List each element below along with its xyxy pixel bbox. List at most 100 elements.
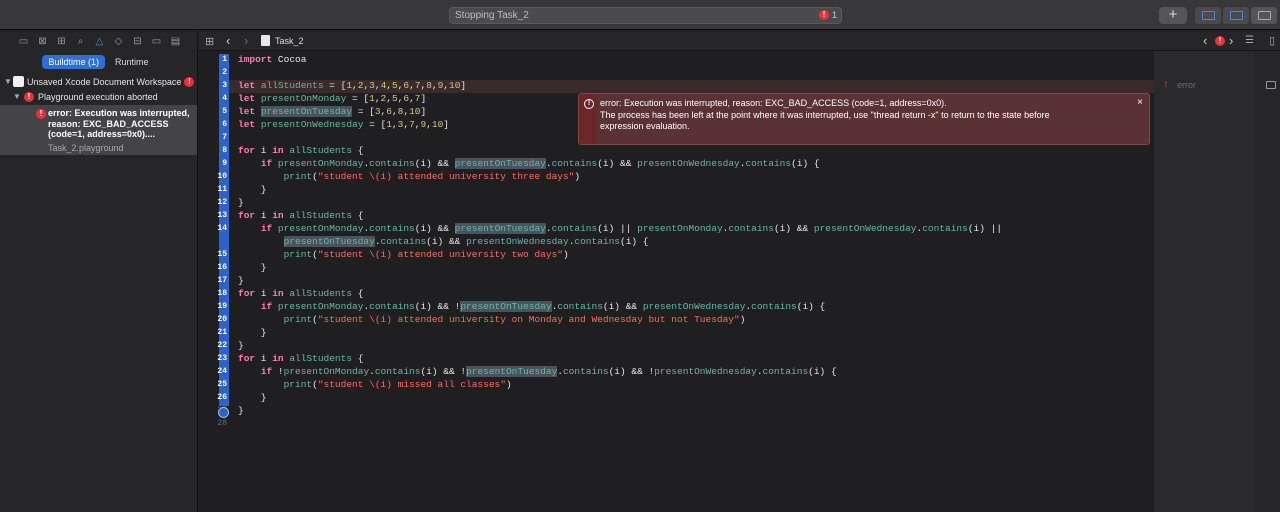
line-number: 9 xyxy=(222,159,227,168)
issue-navigator: ▭ ⊠ ⊞ ⌕ △ ◇ ⊟ ▭ ▤ Buildtime (1) Runtime … xyxy=(0,31,198,512)
workspace-label: Unsaved Xcode Document Workspace xyxy=(27,76,182,87)
line-number: 16 xyxy=(217,263,227,272)
issue-warning-icon[interactable]: △ xyxy=(90,34,109,48)
line-number: 19 xyxy=(217,302,227,311)
code-line-12: } xyxy=(238,197,244,208)
result-view-icon[interactable] xyxy=(1266,81,1276,89)
line-number: 6 xyxy=(222,120,227,129)
error-message-popup: ! error: Execution was interrupted, reas… xyxy=(578,93,1150,145)
error-line-2: The process has been left at the point w… xyxy=(600,109,1050,120)
error-icon: ! xyxy=(584,99,594,109)
disclosure-down-icon[interactable]: ▼ xyxy=(3,77,13,86)
next-issue-chevron-icon[interactable]: › xyxy=(1229,33,1233,48)
related-items-icon[interactable]: ⊞ xyxy=(205,35,214,48)
status-text: Stopping Task_2 xyxy=(455,10,529,21)
code-line-9: if presentOnMonday.contains(i) && presen… xyxy=(260,158,820,169)
error-line-3: expression evaluation. xyxy=(600,121,690,131)
issue-file: Task_2.playground xyxy=(48,143,124,153)
test-icon[interactable]: ◇ xyxy=(109,34,128,48)
code-line-6: let presentOnWednesday = [1,3,7,9,10] xyxy=(238,119,449,130)
line-number: 11 xyxy=(217,185,227,194)
report-icon[interactable]: ▤ xyxy=(166,34,185,48)
code-line-4: let presentOnMonday = [1,2,5,6,7] xyxy=(238,93,427,104)
code-line-19: if presentOnMonday.contains(i) && !prese… xyxy=(260,301,826,312)
error-badge-icon: ! xyxy=(184,76,195,87)
document-icon xyxy=(13,76,24,87)
code-line-3: let allStudents = [1,2,3,4,5,6,7,8,9,10] xyxy=(238,80,467,91)
close-icon[interactable]: × xyxy=(1137,97,1143,108)
issue-group-row[interactable]: ▼ ! Playground execution aborted xyxy=(0,89,197,104)
code-line-10: print("student \(i) attended university … xyxy=(283,171,581,182)
code-line-8: for i in allStudents { xyxy=(238,145,364,156)
line-number: 10 xyxy=(217,172,227,181)
result-error-label: error xyxy=(1177,80,1197,90)
search-icon[interactable]: ⌕ xyxy=(71,34,90,48)
file-icon xyxy=(261,35,270,46)
code-line-23: for i in allStudents { xyxy=(238,353,364,364)
line-number: 15 xyxy=(217,250,227,259)
line-number: 1 xyxy=(222,55,227,64)
jump-bar-file[interactable]: Task_2 xyxy=(275,36,304,46)
code-line-14: if presentOnMonday.contains(i) && presen… xyxy=(260,223,1003,234)
code-line-15: print("student \(i) attended university … xyxy=(283,249,569,260)
result-error[interactable]: ! error xyxy=(1161,80,1196,90)
tab-buildtime[interactable]: Buildtime (1) xyxy=(42,55,105,69)
error-badge-icon: ! xyxy=(818,10,829,20)
disclosure-down-icon[interactable]: ▼ xyxy=(12,92,22,101)
add-library-button[interactable]: + xyxy=(1159,7,1187,24)
results-toggle-strip xyxy=(1254,51,1280,512)
code-line-17: } xyxy=(238,275,244,286)
folder-icon[interactable]: ▭ xyxy=(14,34,33,48)
view-toggle-group xyxy=(1195,7,1277,24)
previous-issue-chevron-icon[interactable]: ‹ xyxy=(1203,33,1207,48)
line-number: 5 xyxy=(222,107,227,116)
error-icon: ! xyxy=(24,91,34,102)
code-line-18: for i in allStudents { xyxy=(238,288,364,299)
issue-badge-icon: ! xyxy=(1215,36,1225,46)
line-number: 2 xyxy=(222,68,227,77)
line-number: 18 xyxy=(217,289,227,298)
split-editor-icon[interactable]: ▯ xyxy=(1269,34,1275,47)
status-error-count: 1 xyxy=(831,10,837,20)
code-line-26: } xyxy=(238,392,267,403)
code-line-13: for i in allStudents { xyxy=(238,210,364,221)
error-icon: ! xyxy=(36,109,46,119)
source-control-icon[interactable]: ⊠ xyxy=(33,34,52,48)
code-line-24: if !presentOnMonday.contains(i) && !pres… xyxy=(260,366,837,377)
code-line-1: import Cocoa xyxy=(238,54,307,65)
code-line-16: } xyxy=(238,262,267,273)
breakpoint-icon[interactable]: ▭ xyxy=(147,34,166,48)
run-play-icon[interactable] xyxy=(218,407,229,418)
code-line-5: let presentOnTuesday = [3,6,8,10] xyxy=(238,106,427,117)
line-number: 28 xyxy=(217,419,227,428)
code-line-14-cont: presentOnTuesday.contains(i) && presentO… xyxy=(283,236,649,247)
line-number: 20 xyxy=(217,315,227,324)
issue-item[interactable]: ! error: Execution was interrupted, reas… xyxy=(0,105,197,155)
tab-runtime[interactable]: Runtime xyxy=(109,55,155,69)
workspace-row[interactable]: ▼ Unsaved Xcode Document Workspace ! xyxy=(0,74,197,89)
debug-icon[interactable]: ⊟ xyxy=(128,34,147,48)
line-number: 13 xyxy=(217,211,227,220)
toggle-inspector-button[interactable] xyxy=(1251,7,1277,24)
toggle-navigator-button[interactable] xyxy=(1195,7,1221,24)
issue-message: error: Execution was interrupted, reason… xyxy=(48,108,190,139)
status-error-indicator[interactable]: ! 1 xyxy=(818,10,837,20)
toolbar: Stopping Task_2 ! 1 + xyxy=(0,0,1280,30)
navigator-selector-bar: ▭ ⊠ ⊞ ⌕ △ ◇ ⊟ ▭ ▤ xyxy=(0,31,197,51)
line-number: 17 xyxy=(217,276,227,285)
forward-chevron-icon[interactable]: › xyxy=(244,33,248,48)
code-line-21: } xyxy=(238,327,267,338)
line-number: 26 xyxy=(217,393,227,402)
line-number: 8 xyxy=(222,146,227,155)
code-line-22: } xyxy=(238,340,244,351)
line-number: 7 xyxy=(222,133,227,142)
code-line-27: } xyxy=(238,405,244,416)
issue-scope-tabs: Buildtime (1) Runtime xyxy=(0,55,197,69)
editor-options-icon[interactable]: ☰ xyxy=(1245,35,1254,46)
toggle-debug-area-button[interactable] xyxy=(1223,7,1249,24)
line-number: 4 xyxy=(222,94,227,103)
back-chevron-icon[interactable]: ‹ xyxy=(226,33,230,48)
symbol-icon[interactable]: ⊞ xyxy=(52,34,71,48)
code-line-25: print("student \(i) missed all classes") xyxy=(283,379,512,390)
line-number: 12 xyxy=(217,198,227,207)
